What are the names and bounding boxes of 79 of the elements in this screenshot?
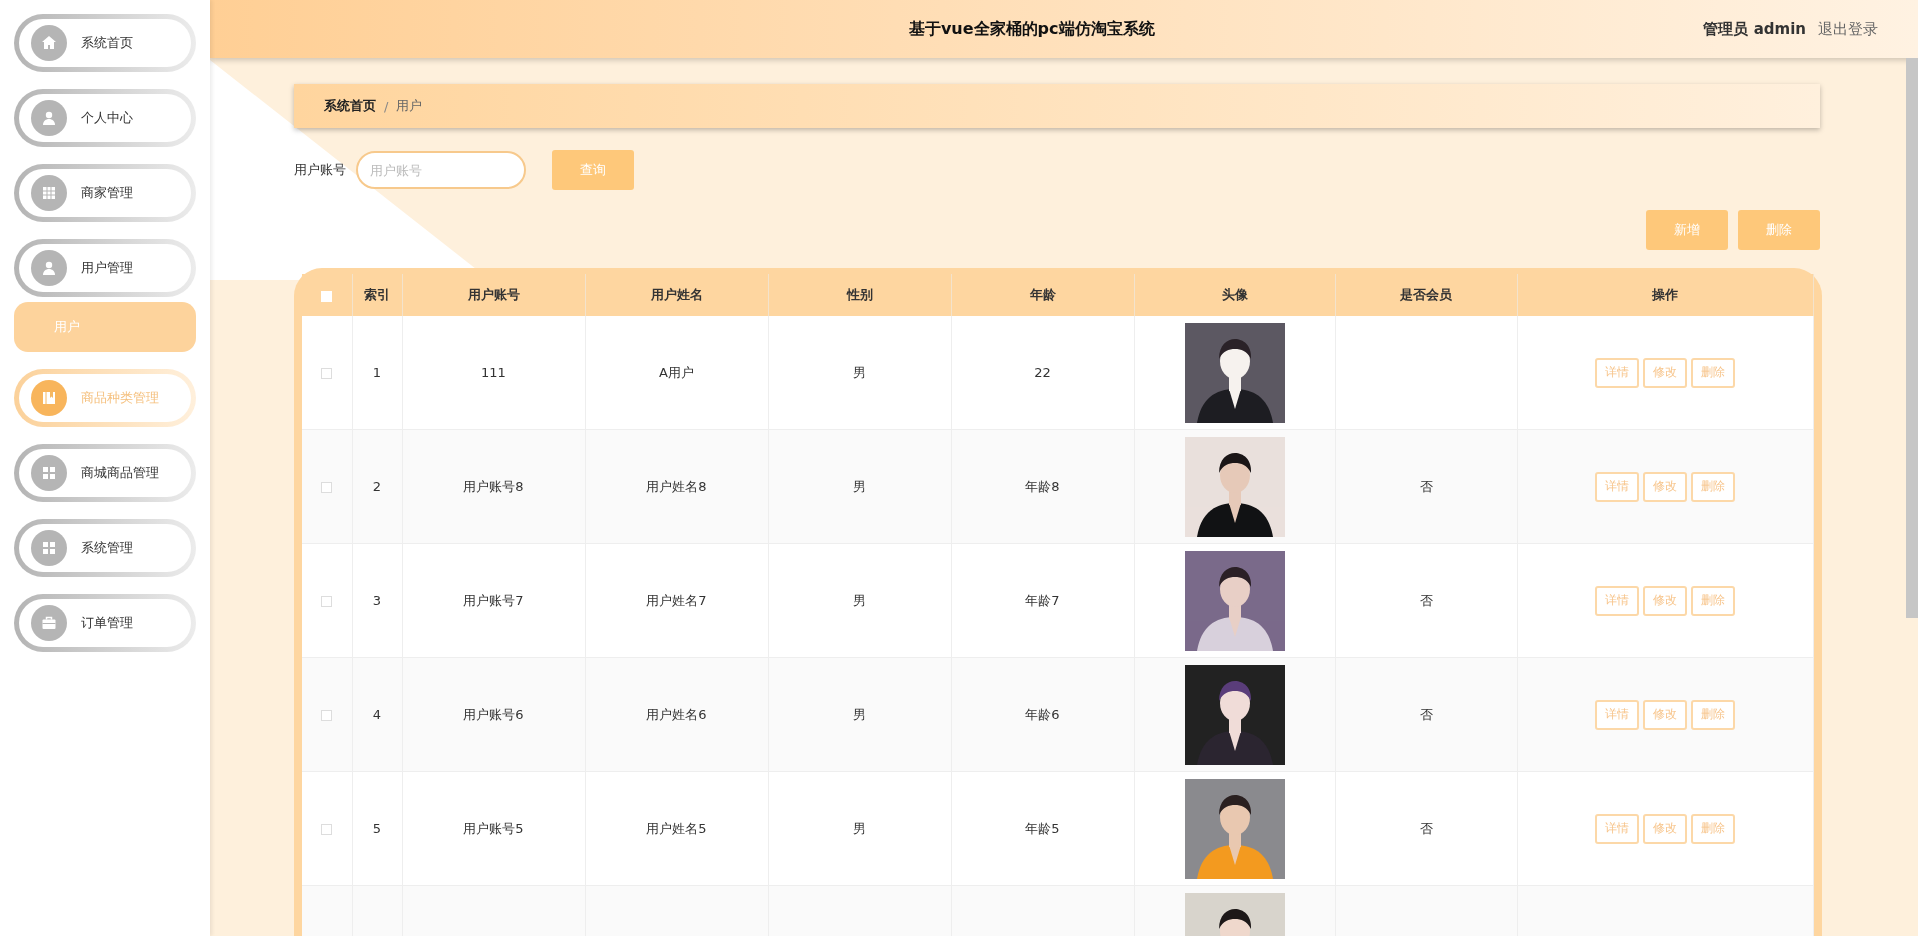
apps-icon: [41, 465, 57, 481]
toolbar-button[interactable]: 删除: [1738, 210, 1820, 250]
table-cell: 男: [853, 478, 866, 494]
column-header: 用户姓名: [585, 274, 768, 316]
row-action-button[interactable]: 详情: [1595, 585, 1640, 616]
row-checkbox[interactable]: [321, 824, 333, 835]
table-cell: 否: [1419, 706, 1433, 722]
user-icon: [41, 110, 57, 126]
column-header: 用户账号: [402, 274, 585, 316]
row-action-button[interactable]: 修改: [1643, 699, 1688, 730]
table-cell: 男: [853, 364, 866, 380]
table-cell: 用户姓名6: [646, 706, 707, 722]
apps-icon: [41, 540, 57, 556]
row-checkbox[interactable]: [321, 710, 333, 721]
row-action-button[interactable]: 详情: [1595, 813, 1640, 844]
book-icon: [41, 390, 57, 406]
row-checkbox[interactable]: [321, 596, 333, 607]
row-action-button[interactable]: 详情: [1595, 471, 1640, 502]
row-action-button[interactable]: 删除: [1691, 471, 1736, 502]
app-title: 基于vue全家桶的pc端仿淘宝系统: [907, 18, 1156, 40]
column-header: 是否会员: [1335, 274, 1517, 316]
submenu-item[interactable]: 用户: [14, 302, 196, 352]
row-action-button[interactable]: 删除: [1691, 699, 1736, 730]
table-cell: 用户账号5: [463, 820, 524, 836]
row-action-button[interactable]: 修改: [1643, 813, 1688, 844]
row-action-button[interactable]: 删除: [1691, 813, 1736, 844]
table-cell: 男: [853, 820, 866, 836]
user-label: 管理员 admin: [1703, 19, 1806, 39]
table-cell: 否: [1419, 820, 1433, 836]
table-cell: 用户账号6: [463, 706, 524, 722]
table-cell: 否: [1419, 478, 1433, 494]
table-cell: 男: [853, 592, 866, 608]
column-header: 头像: [1134, 274, 1335, 316]
table-cell: 年龄7: [1025, 592, 1060, 608]
table-cell: 年龄6: [1025, 706, 1060, 722]
row-action-button[interactable]: 修改: [1643, 357, 1688, 388]
table-cell: 5: [372, 821, 382, 836]
table-cell: 否: [1419, 592, 1433, 608]
select-all-checkbox[interactable]: [321, 290, 333, 302]
table-cell: 年龄5: [1025, 820, 1060, 836]
row-action-button[interactable]: 删除: [1691, 585, 1736, 616]
table-cell: 22: [1034, 365, 1051, 380]
table-cell: 用户姓名7: [646, 592, 707, 608]
table-cell: 用户账号8: [463, 478, 524, 494]
row-checkbox[interactable]: [321, 482, 333, 493]
table-cell: 用户姓名5: [646, 820, 707, 836]
table-cell: 用户姓名8: [646, 478, 707, 494]
row-checkbox[interactable]: [321, 368, 333, 379]
scrollbar[interactable]: [1906, 58, 1918, 618]
table-cell: A用户: [659, 364, 694, 380]
table-cell: 1: [372, 365, 382, 380]
breadcrumb-separator: /: [384, 98, 389, 114]
toolbar-button[interactable]: 新增: [1646, 210, 1728, 250]
row-action-button[interactable]: 删除: [1691, 357, 1736, 388]
column-header: 索引: [352, 274, 402, 316]
search-button[interactable]: 查询: [552, 150, 634, 190]
logout-link[interactable]: 退出登录: [1818, 19, 1878, 39]
table-cell: 用户账号7: [463, 592, 524, 608]
breadcrumb-item[interactable]: 系统首页: [324, 97, 376, 115]
row-action-button[interactable]: 详情: [1595, 357, 1640, 388]
table-cell: 4: [372, 707, 382, 722]
user-icon: [41, 260, 57, 276]
table-cell: 3: [372, 593, 382, 608]
row-action-button[interactable]: 详情: [1595, 699, 1640, 730]
briefcase-icon: [41, 615, 57, 631]
home-icon: [41, 35, 57, 51]
row-action-button[interactable]: 修改: [1643, 585, 1688, 616]
column-header: 性别: [768, 274, 951, 316]
table-cell: 111: [481, 365, 506, 380]
table-cell: 2: [372, 479, 382, 494]
row-action-button[interactable]: 修改: [1643, 471, 1688, 502]
search-label: 用户账号: [294, 161, 346, 179]
column-header: 操作: [1517, 274, 1814, 316]
table-cell: 男: [853, 706, 866, 722]
grid-icon: [41, 185, 57, 201]
search-field[interactable]: 用户账号: [356, 151, 526, 189]
table-cell: 年龄8: [1025, 478, 1060, 494]
breadcrumb-item: 用户: [396, 97, 423, 115]
column-header: 年龄: [951, 274, 1134, 316]
